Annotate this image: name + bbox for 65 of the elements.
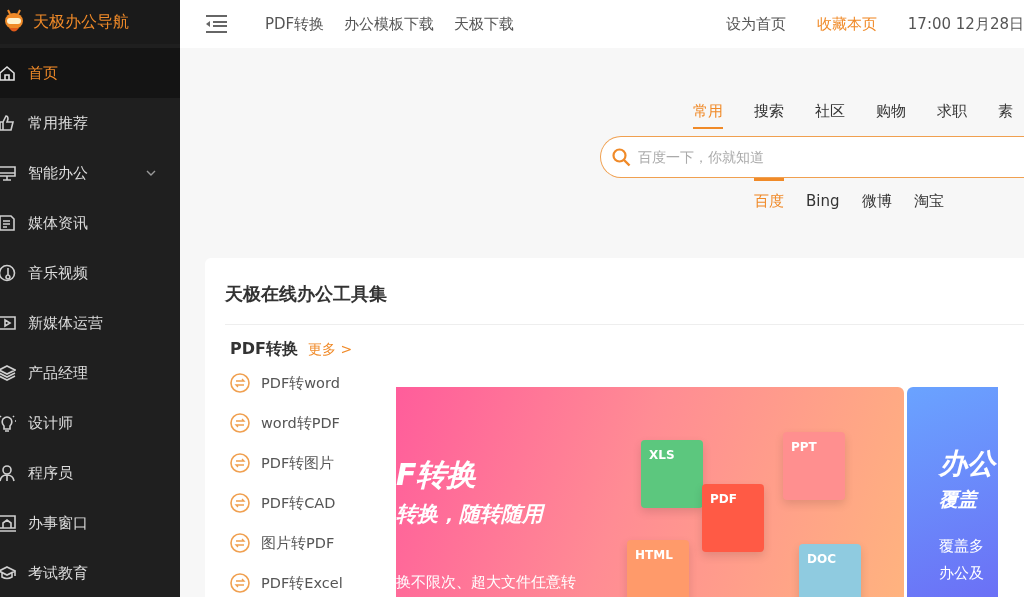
card-title: 天极在线办公工具集 xyxy=(225,258,1024,325)
convert-icon xyxy=(230,533,250,553)
section-title: PDF转换 xyxy=(230,339,298,360)
file-type-label: DOC xyxy=(807,552,836,566)
nav-link[interactable]: PDF转换 xyxy=(265,14,325,34)
sidebar-icon xyxy=(0,314,16,332)
tool-link[interactable]: PDF转图片 xyxy=(230,443,396,483)
sidebar-item[interactable]: 音乐视频 xyxy=(0,248,180,298)
sidebar-item[interactable]: 设计师 xyxy=(0,398,180,448)
sidebar-icon xyxy=(0,414,16,432)
sidebar-icon xyxy=(0,64,16,82)
search-field[interactable]: 百度一下，你就知道 xyxy=(600,136,1024,178)
sidebar-icon xyxy=(0,264,16,282)
tool-link[interactable]: PDF转CAD xyxy=(230,483,396,523)
banner-text: 办公及 xyxy=(939,564,984,583)
category-tab[interactable]: 搜索 xyxy=(754,102,784,136)
file-type-label: PPT xyxy=(791,440,817,454)
header-link[interactable]: 设为首页 xyxy=(725,14,786,34)
banner-text: 覆盖多 xyxy=(939,537,984,556)
sidebar-item[interactable]: 首页 xyxy=(0,48,180,98)
sidebar-icon xyxy=(0,214,16,232)
tool-link[interactable]: 图片转PDF xyxy=(230,523,396,563)
convert-icon xyxy=(230,413,250,433)
category-tab[interactable]: 社区 xyxy=(815,102,845,136)
chevron-down-icon[interactable] xyxy=(146,169,156,177)
sidebar-icon xyxy=(0,464,16,482)
file-type-label: XLS xyxy=(649,448,675,462)
nav-link[interactable]: 天极下载 xyxy=(454,14,515,34)
nav-link[interactable]: 办公模板下载 xyxy=(344,14,435,34)
banner-text: 换不限次、超大文件任意转 xyxy=(396,573,576,592)
sidebar-item[interactable]: 考试教育 xyxy=(0,548,180,597)
search-engine-tab[interactable]: Bing xyxy=(806,178,840,211)
banner-subtitle: 覆盖 xyxy=(939,487,977,512)
sidebar-item[interactable]: 办事窗口 xyxy=(0,498,180,548)
sidebar-icon xyxy=(0,114,16,132)
tool-link[interactable]: word转PDF xyxy=(230,403,396,443)
sidebar-item[interactable]: 新媒体运营 xyxy=(0,298,180,348)
date-time: 17:00 12月28日 xyxy=(907,14,1024,34)
convert-icon xyxy=(230,493,250,513)
file-type-label: PDF xyxy=(710,492,737,506)
convert-icon xyxy=(230,573,250,593)
sidebar-item[interactable]: 常用推荐 xyxy=(0,98,180,148)
category-tab[interactable]: 素 xyxy=(998,102,1013,136)
convert-icon xyxy=(230,373,250,393)
sidebar-icon xyxy=(0,164,16,182)
tool-link[interactable]: PDF转Excel xyxy=(230,563,396,597)
banner-subtitle: 转换，随转随用 xyxy=(396,501,543,528)
convert-icon xyxy=(230,453,250,473)
sidebar-icon xyxy=(0,514,16,532)
search-engine-tab[interactable]: 微博 xyxy=(861,178,892,211)
sidebar-icon xyxy=(0,564,16,582)
sidebar-item[interactable]: 程序员 xyxy=(0,448,180,498)
tool-link[interactable]: PDF转word xyxy=(230,363,396,403)
sidebar-item[interactable]: 智能办公 xyxy=(0,148,180,198)
sidebar-icon xyxy=(0,364,16,382)
sidebar-item[interactable]: 媒体资讯 xyxy=(0,198,180,248)
promo-banner[interactable]: 办公 覆盖 覆盖多 办公及 xyxy=(907,387,998,597)
sidebar-item[interactable]: 产品经理 xyxy=(0,348,180,398)
file-type-label: HTML xyxy=(635,548,673,562)
category-tab[interactable]: 求职 xyxy=(937,102,967,136)
banner-title: 办公 xyxy=(939,446,995,482)
menu-collapse-icon[interactable] xyxy=(205,15,228,33)
category-tab[interactable]: 购物 xyxy=(876,102,906,136)
search-engine-tab[interactable]: 淘宝 xyxy=(913,178,944,211)
banner-title: F转换 xyxy=(396,456,477,494)
